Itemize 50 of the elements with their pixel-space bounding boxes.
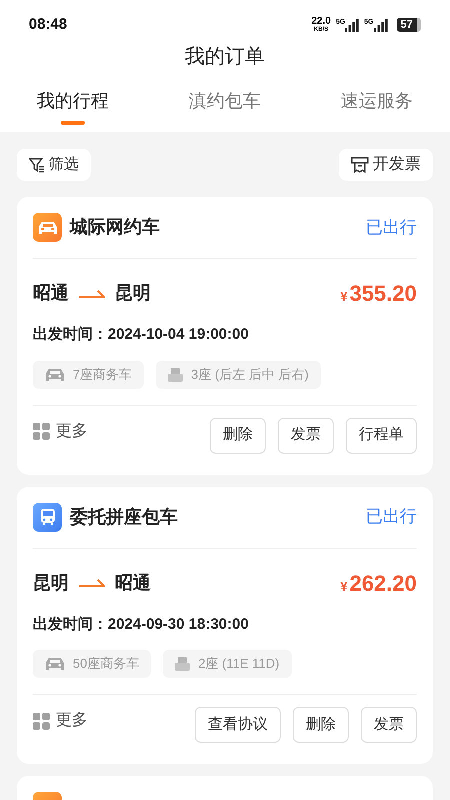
action-button[interactable]: 行程单 (346, 418, 417, 454)
bus-icon (33, 502, 62, 532)
action-button[interactable]: 发票 (278, 418, 334, 454)
more-link[interactable]: 更多 (33, 420, 88, 444)
battery-indicator: 57 (396, 18, 421, 32)
action-button[interactable]: 发票 (361, 707, 417, 743)
signal-icon (345, 18, 360, 32)
filter-button[interactable]: 筛选 (17, 149, 91, 181)
action-button[interactable]: 查看协议 (195, 707, 281, 743)
status-time: 08:48 (29, 14, 68, 35)
grid-icon (33, 712, 50, 730)
seat-icon (175, 657, 190, 671)
seat-info: 3座 (后左 后中 后右) (191, 366, 309, 384)
origin-city: 昆明 (33, 572, 69, 594)
service-title: 城际网约车 (70, 216, 160, 239)
currency-symbol: ¥ (340, 288, 348, 306)
car-icon (33, 213, 62, 242)
network-speed: 22.0 (312, 17, 332, 27)
origin-city: 昭通 (33, 282, 69, 305)
vehicle-type: 7座商务车 (73, 366, 132, 384)
order-status: 已出行 (366, 216, 417, 239)
car-icon (45, 657, 65, 671)
seat-icon (168, 368, 184, 382)
service-title: 委托拼座包车 (70, 506, 178, 528)
destination-city: 昆明 (115, 282, 151, 305)
signal-icon (374, 18, 388, 32)
action-button[interactable]: 删除 (293, 707, 349, 743)
order-card[interactable]: 城际网约车 已出行 昭通 昆明 ¥355.20 出发时间：2024-10-04 19:00:00 7座商务车 3座 (后左 后中 后右) 更多 删除 发票 行程单 (17, 197, 433, 474)
currency-symbol: ¥ (340, 578, 348, 596)
tab[interactable]: 我的行程 (37, 88, 109, 132)
filter-icon (29, 157, 45, 173)
seat-info: 2座 (11E 11D) (198, 655, 280, 674)
departure-time: 2024-09-30 18:30:00 (108, 614, 249, 634)
tab[interactable]: 速运服务 (341, 88, 413, 132)
order-price: 355.20 (350, 280, 417, 308)
car-icon (45, 368, 65, 382)
order-status: 已出行 (366, 506, 417, 528)
departure-time: 2024-10-04 19:00:00 (108, 325, 249, 345)
order-card[interactable]: 委托拼座包车 已出行 昆明 昭通 ¥262.20 出发时间：2024-09-30 18:30:00 50座商务车 2座 (11E 11D) 更多 查看协议 删除 发票 (17, 486, 433, 764)
vehicle-type: 50座商务车 (73, 655, 140, 674)
tab[interactable]: 滇约包车 (189, 88, 261, 132)
more-link[interactable]: 更多 (33, 709, 88, 733)
grid-icon (33, 423, 50, 440)
action-button[interactable]: 删除 (210, 418, 266, 454)
invoice-icon (351, 157, 369, 173)
destination-city: 昭通 (115, 572, 151, 594)
order-price: 262.20 (350, 570, 417, 598)
departure-label: 出发时间： (33, 325, 108, 345)
invoice-button[interactable]: 开发票 (339, 149, 433, 181)
departure-label: 出发时间： (33, 614, 108, 634)
